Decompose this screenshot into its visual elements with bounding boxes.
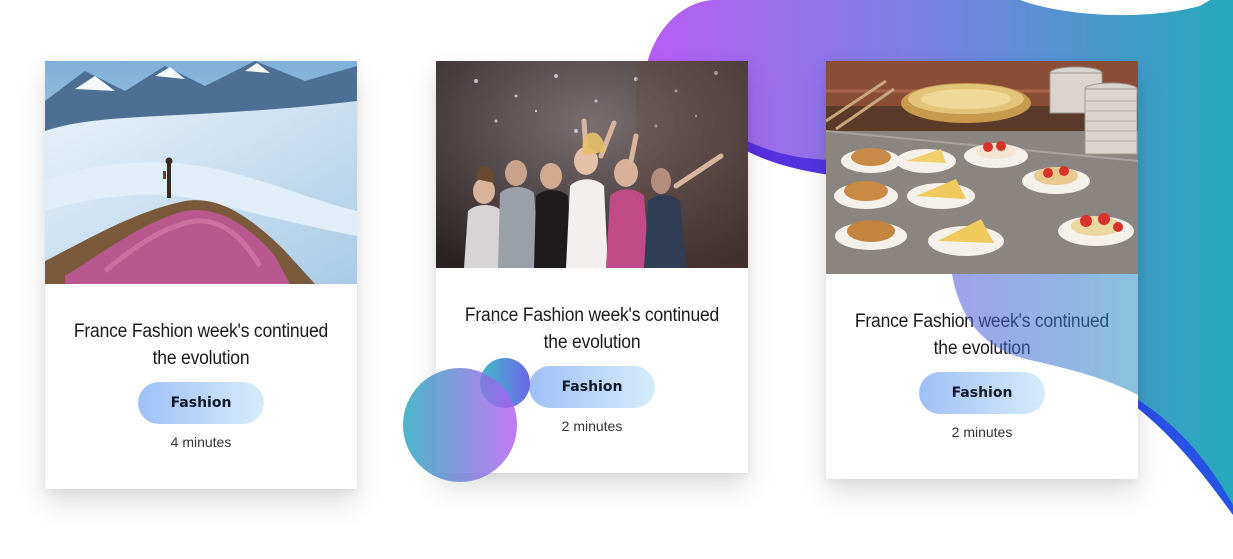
card-image-party[interactable] bbox=[436, 61, 748, 268]
card-title: France Fashion week's continued the evol… bbox=[464, 305, 720, 353]
fashion-tag-button[interactable]: Fashion bbox=[138, 382, 264, 424]
fashion-tag-button[interactable]: Fashion bbox=[529, 366, 655, 408]
card-image-pastry[interactable] bbox=[826, 61, 1138, 274]
read-time: 4 minutes bbox=[170, 434, 232, 450]
article-card[interactable]: France Fashion week's continued the evol… bbox=[45, 61, 357, 489]
read-time: 2 minutes bbox=[951, 424, 1013, 440]
card-title: France Fashion week's continued the evol… bbox=[854, 311, 1110, 359]
card-image-mountain[interactable] bbox=[45, 61, 357, 284]
article-card[interactable]: France Fashion week's continued the evol… bbox=[826, 61, 1138, 479]
fashion-tag-button[interactable]: Fashion bbox=[919, 372, 1045, 414]
read-time: 2 minutes bbox=[561, 418, 623, 434]
article-card[interactable]: France Fashion week's continued the evol… bbox=[436, 61, 748, 473]
card-title: France Fashion week's continued the evol… bbox=[73, 321, 329, 369]
